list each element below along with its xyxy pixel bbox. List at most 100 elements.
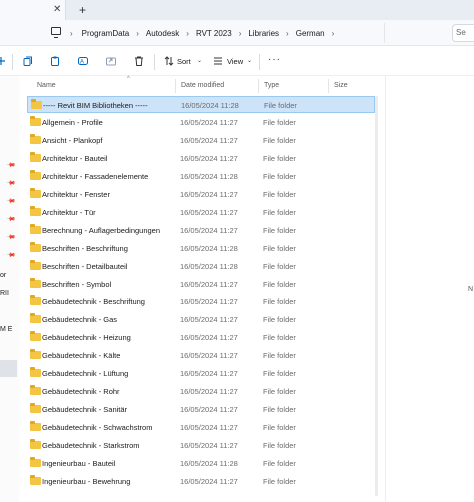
column-header-date[interactable]: Date modified bbox=[181, 82, 224, 89]
table-row[interactable]: Ingenieurbau - Bewehrung 16/05/2024 11:27… bbox=[27, 473, 375, 490]
table-row[interactable]: Architektur - Fassadenelemente 16/05/2024… bbox=[27, 168, 375, 185]
address-divider bbox=[384, 23, 385, 43]
column-divider[interactable] bbox=[258, 79, 259, 93]
breadcrumb-chevron-icon[interactable]: › bbox=[232, 29, 249, 38]
table-row[interactable]: Gebäudetechnik - Starkstrom 16/05/2024 11… bbox=[27, 437, 375, 454]
sort-button[interactable]: Sort bbox=[177, 57, 191, 66]
table-row[interactable]: Gebäudetechnik - Beschriftung 16/05/2024 … bbox=[27, 293, 375, 310]
table-row[interactable]: Gebäudetechnik - Gas 16/05/2024 11:27 File… bbox=[27, 311, 375, 328]
tab-close-icon[interactable]: ✕ bbox=[53, 4, 61, 15]
breadcrumb[interactable]: › ProgramData › Autodesk › RVT 2023 › Libraries… bbox=[70, 24, 341, 42]
file-type: File folder bbox=[263, 279, 296, 289]
tab-current[interactable]: ✕ bbox=[0, 0, 66, 20]
breadcrumb-chevron-icon[interactable]: › bbox=[70, 29, 82, 38]
pin-icon[interactable]: 📌 bbox=[6, 214, 16, 225]
table-row[interactable]: Beschriften - Beschriftung 16/05/2024 11:… bbox=[27, 240, 375, 257]
pin-icon[interactable]: 📌 bbox=[6, 250, 16, 261]
breadcrumb-item[interactable]: RVT 2023 bbox=[196, 29, 232, 38]
nav-item-label[interactable]: or bbox=[0, 272, 6, 279]
date-modified: 16/05/2024 11:27 bbox=[180, 225, 238, 235]
copy-icon[interactable] bbox=[23, 56, 33, 66]
table-row[interactable]: ----- Revit BIM Bibliotheken ----- 16/05/… bbox=[27, 96, 375, 113]
nav-item-label[interactable]: RII bbox=[0, 290, 9, 297]
table-row[interactable]: Berechnung - Auflagerbedingungen 16/05/20… bbox=[27, 222, 375, 239]
breadcrumb-item[interactable]: ProgramData bbox=[82, 29, 130, 38]
sort-chevron-icon[interactable]: ⌄ bbox=[197, 57, 202, 64]
table-row[interactable]: Architektur - Fenster 16/05/2024 11:27 Fil… bbox=[27, 186, 375, 203]
view-button[interactable]: View bbox=[227, 57, 243, 66]
date-modified: 16/05/2024 11:27 bbox=[180, 387, 238, 397]
file-type: File folder bbox=[263, 189, 296, 199]
breadcrumb-chevron-icon[interactable]: › bbox=[325, 29, 342, 38]
table-row[interactable]: Gebäudetechnik - Lüftung 16/05/2024 11:27… bbox=[27, 365, 375, 382]
search-input[interactable]: Se bbox=[452, 24, 474, 42]
folder-icon bbox=[30, 277, 41, 288]
pin-icon[interactable]: 📌 bbox=[6, 232, 16, 243]
table-row[interactable]: Beschriften - Detailbauteil 16/05/2024 11… bbox=[27, 258, 375, 275]
file-type: File folder bbox=[263, 476, 296, 486]
nav-item-selected[interactable] bbox=[0, 360, 17, 377]
file-name: Architektur - Bauteil bbox=[42, 153, 108, 163]
date-modified: 16/05/2024 11:27 bbox=[180, 117, 238, 127]
pin-icon[interactable]: 📌 bbox=[6, 160, 16, 171]
file-name: Allgemein - Profile bbox=[42, 117, 103, 127]
date-modified: 16/05/2024 11:27 bbox=[180, 333, 238, 343]
more-icon[interactable]: ··· bbox=[268, 54, 281, 65]
column-divider[interactable] bbox=[175, 79, 176, 93]
date-modified: 16/05/2024 11:27 bbox=[180, 207, 238, 217]
table-row[interactable]: Gebäudetechnik - Kälte 16/05/2024 11:27 Fi… bbox=[27, 347, 375, 364]
folder-icon bbox=[30, 205, 41, 216]
breadcrumb-chevron-icon[interactable]: › bbox=[129, 29, 146, 38]
view-icon[interactable] bbox=[213, 56, 223, 66]
table-row[interactable]: Ansicht - Plankopf 16/05/2024 11:27 File f… bbox=[27, 132, 375, 149]
table-row[interactable]: Architektur - Bauteil 16/05/2024 11:27 Fil… bbox=[27, 150, 375, 167]
paste-icon[interactable] bbox=[50, 56, 60, 66]
breadcrumb-chevron-icon[interactable]: › bbox=[179, 29, 196, 38]
folder-icon bbox=[30, 331, 41, 342]
nav-item-label[interactable]: M E bbox=[0, 326, 12, 333]
new-icon[interactable] bbox=[0, 56, 7, 66]
delete-icon[interactable] bbox=[134, 56, 144, 66]
breadcrumb-chevron-icon[interactable]: › bbox=[279, 29, 296, 38]
rename-icon[interactable]: A bbox=[78, 56, 88, 66]
pin-icon[interactable]: 📌 bbox=[6, 178, 16, 189]
this-pc-icon[interactable] bbox=[51, 27, 61, 38]
date-modified: 16/05/2024 11:28 bbox=[181, 101, 239, 110]
table-row[interactable]: Beschriften - Symbol 16/05/2024 11:27 File… bbox=[27, 276, 375, 293]
breadcrumb-item[interactable]: Libraries bbox=[248, 29, 279, 38]
scrollbar[interactable] bbox=[375, 96, 378, 496]
table-row[interactable]: Gebäudetechnik - Heizung 16/05/2024 11:27… bbox=[27, 329, 375, 346]
breadcrumb-item[interactable]: German bbox=[296, 29, 325, 38]
file-type: File folder bbox=[263, 423, 296, 433]
file-type: File folder bbox=[263, 459, 296, 468]
new-tab-button[interactable]: + bbox=[79, 3, 86, 17]
file-name: Gebäudetechnik - Kälte bbox=[42, 351, 121, 361]
view-chevron-icon[interactable]: ⌄ bbox=[247, 57, 252, 64]
table-row[interactable]: Architektur - Tür 16/05/2024 11:27 File fo… bbox=[27, 204, 375, 221]
file-name: Gebäudetechnik - Starkstrom bbox=[42, 441, 140, 451]
svg-text:A: A bbox=[80, 60, 84, 66]
date-modified: 16/05/2024 11:28 bbox=[180, 243, 238, 253]
tab-strip: ✕ + bbox=[0, 0, 474, 20]
file-type: File folder bbox=[263, 369, 296, 379]
command-bar: A Sort ⌄ View ⌄ ··· bbox=[0, 46, 474, 76]
share-icon[interactable] bbox=[106, 56, 116, 66]
breadcrumb-item[interactable]: Autodesk bbox=[146, 29, 179, 38]
date-modified: 16/05/2024 11:27 bbox=[180, 351, 238, 361]
column-header-type[interactable]: Type bbox=[264, 82, 279, 89]
sort-indicator-icon: ^ bbox=[127, 76, 130, 82]
folder-icon bbox=[30, 259, 41, 270]
file-name: Architektur - Fenster bbox=[42, 189, 110, 199]
folder-icon bbox=[30, 313, 41, 324]
column-divider[interactable] bbox=[328, 79, 329, 93]
table-row[interactable]: Gebäudetechnik - Rohr 16/05/2024 11:27 Fil… bbox=[27, 383, 375, 400]
column-header-name[interactable]: Name bbox=[37, 82, 56, 89]
sort-icon[interactable] bbox=[164, 56, 174, 66]
table-row[interactable]: Allgemein - Profile 16/05/2024 11:27 File … bbox=[27, 114, 375, 131]
table-row[interactable]: Ingenieurbau - Bauteil 16/05/2024 11:28 Fi… bbox=[27, 455, 375, 472]
table-row[interactable]: Gebäudetechnik - Sanitär 16/05/2024 11:27… bbox=[27, 401, 375, 418]
column-header-size[interactable]: Size bbox=[334, 82, 348, 89]
table-row[interactable]: Gebäudetechnik - Schwachstrom 16/05/2024 … bbox=[27, 419, 375, 436]
pin-icon[interactable]: 📌 bbox=[6, 196, 16, 207]
file-name: Gebäudetechnik - Sanitär bbox=[42, 405, 128, 415]
